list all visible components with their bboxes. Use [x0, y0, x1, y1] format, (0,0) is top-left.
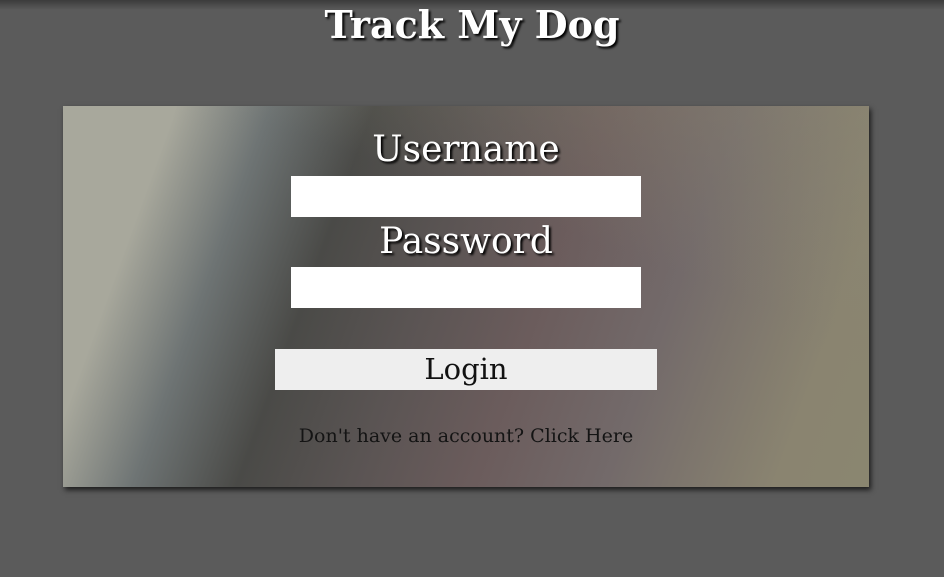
signup-prompt-row: Don't have an account? Click Here	[63, 424, 869, 448]
app-title: Track My Dog	[324, 2, 620, 47]
password-input[interactable]	[291, 267, 641, 308]
login-panel: Username Password Login Don't have an ac…	[63, 106, 869, 487]
username-label: Username	[372, 129, 560, 170]
signup-link[interactable]: Click Here	[530, 425, 633, 447]
username-input[interactable]	[291, 176, 641, 217]
signup-prompt-text: Don't have an account?	[298, 425, 525, 447]
password-label: Password	[379, 221, 553, 262]
login-button[interactable]: Login	[275, 349, 657, 390]
